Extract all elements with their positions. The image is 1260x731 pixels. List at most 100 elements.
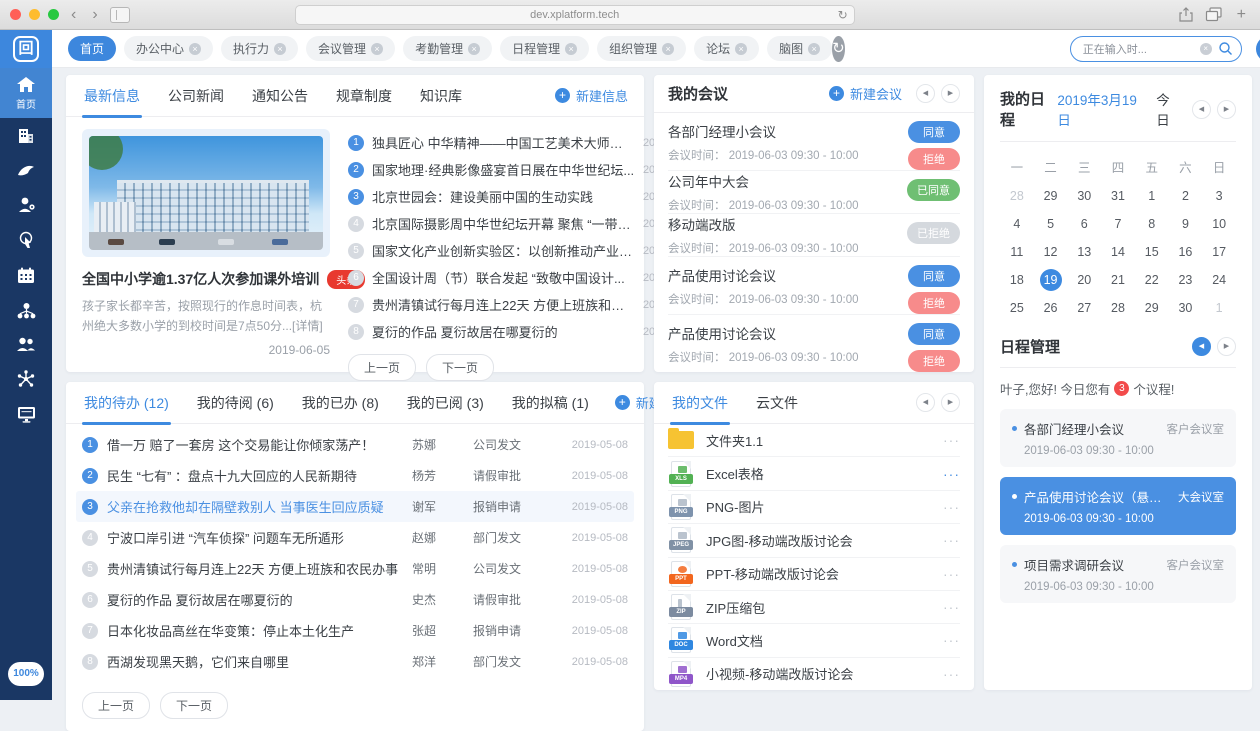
calendar-day[interactable]: 7 — [1107, 213, 1129, 235]
next-arrow-icon[interactable]: ▶ — [941, 393, 960, 412]
more-actions-icon[interactable]: ··· — [943, 632, 960, 648]
reload-icon[interactable]: ↻ — [838, 8, 848, 22]
workspace-tab[interactable]: 组织管理 × — [597, 36, 686, 61]
agree-button[interactable]: 同意 — [908, 323, 960, 345]
calendar-day[interactable]: 13 — [1073, 241, 1095, 263]
todo-tab[interactable]: 我的已阅 (3) — [405, 382, 486, 424]
todo-row[interactable]: 1 借一万 赔了一套房 这个交易能让你倾家荡产！ 苏娜 公司发文 2019-05… — [76, 429, 634, 460]
todo-tab[interactable]: 我的待办 (12) — [82, 382, 171, 424]
messages-button[interactable]: 20 — [1256, 36, 1260, 62]
calendar-day[interactable]: 14 — [1107, 241, 1129, 263]
calendar-day[interactable]: 1 — [1141, 185, 1163, 207]
calendar-day[interactable]: 16 — [1174, 241, 1196, 263]
meeting-item[interactable]: 各部门经理小会议 会议时间： 2019-06-03 09:30 - 10:00 … — [668, 113, 960, 171]
files-tab[interactable]: 我的文件 — [670, 382, 730, 424]
news-list-item[interactable]: 4 北京国际摄影周中华世纪坛开幕 聚焦 “一带一路” 2019-06-04 — [348, 210, 699, 237]
workspace-tab[interactable]: 日程管理 × — [500, 36, 589, 61]
next-month-icon[interactable]: ▶ — [1217, 100, 1236, 119]
tab-close-icon[interactable]: × — [808, 43, 820, 55]
address-bar[interactable]: dev.xplatform.tech ↻ — [295, 5, 855, 25]
calendar-day[interactable]: 18 — [1006, 269, 1028, 291]
close-window-button[interactable] — [10, 9, 21, 20]
sidebar-item-execution[interactable] — [0, 154, 52, 187]
reject-button[interactable]: 拒绝 — [908, 148, 960, 170]
create-meeting-button[interactable]: + 新建会议 — [829, 84, 902, 103]
app-logo[interactable]: 回 — [0, 30, 52, 68]
sidebar-item-contacts[interactable] — [0, 328, 52, 361]
calendar-day[interactable]: 4 — [1006, 213, 1028, 235]
todo-tab[interactable]: 我的已办 (8) — [300, 382, 381, 424]
calendar-day[interactable]: 19 — [1040, 269, 1062, 291]
calendar-day[interactable]: 15 — [1141, 241, 1163, 263]
todo-row[interactable]: 5 贵州清镇试行每月连上22天 方便上班族和农民办事 常明 公司发文 2019-… — [76, 553, 634, 584]
prev-arrow-icon[interactable]: ◀ — [1192, 337, 1211, 356]
browser-forward-icon[interactable]: › — [88, 7, 101, 23]
today-button[interactable]: 今日 — [1156, 89, 1182, 129]
calendar-date[interactable]: 2019年3月19日 — [1057, 89, 1146, 129]
more-actions-icon[interactable]: ··· — [943, 499, 960, 515]
sidebar-item-org[interactable] — [0, 293, 52, 328]
prev-page-button[interactable]: 上一页 — [82, 692, 150, 719]
todo-tab[interactable]: 我的拟稿 (1) — [510, 382, 591, 424]
calendar-day[interactable]: 17 — [1208, 241, 1230, 263]
calendar-day[interactable]: 21 — [1107, 269, 1129, 291]
calendar-day[interactable]: 3 — [1208, 185, 1230, 207]
news-list-item[interactable]: 3 北京世园会：建设美丽中国的生动实践 2019-06-04 — [348, 183, 699, 210]
calendar-day[interactable]: 6 — [1073, 213, 1095, 235]
meeting-item[interactable]: 产品使用讨论会议 会议时间： 2019-06-03 09:30 - 10:00 … — [668, 257, 960, 315]
sync-icon[interactable]: ↻ — [832, 36, 845, 62]
calendar-day[interactable]: 23 — [1174, 269, 1196, 291]
news-tab[interactable]: 公司新闻 — [166, 75, 226, 117]
todo-row[interactable]: 4 宁波口岸引进 “汽车侦探” 问题车无所遁形 赵娜 部门发文 2019-05-… — [76, 522, 634, 553]
file-row[interactable]: XLS Excel表格 ··· — [668, 457, 960, 490]
calendar-day[interactable]: 11 — [1006, 241, 1028, 263]
sidebar-item-collaboration[interactable] — [0, 361, 52, 397]
workspace-tab[interactable]: 首页 — [68, 36, 116, 61]
news-tab[interactable]: 通知公告 — [250, 75, 310, 117]
zoom-window-button[interactable] — [48, 9, 59, 20]
workspace-tab[interactable]: 执行力 × — [221, 36, 298, 61]
prev-page-button[interactable]: 上一页 — [348, 354, 416, 381]
minimize-window-button[interactable] — [29, 9, 40, 20]
prev-arrow-icon[interactable]: ◀ — [916, 84, 935, 103]
featured-news[interactable]: 全国中小学逾1.37亿人次参加课外培训 头条 孩子家长都辛苦，按照现行的作息时间… — [82, 129, 330, 381]
sidebar-toggle-icon[interactable] — [110, 7, 130, 23]
browser-back-icon[interactable]: ‹ — [67, 7, 80, 23]
next-arrow-icon[interactable]: ▶ — [1217, 337, 1236, 356]
zoom-level-badge[interactable]: 100% — [8, 662, 44, 686]
todo-tab[interactable]: 我的待阅 (6) — [195, 382, 276, 424]
meeting-item[interactable]: 产品使用讨论会议 会议时间： 2019-06-03 09:30 - 10:00 … — [668, 315, 960, 372]
more-actions-icon[interactable]: ··· — [943, 466, 960, 482]
news-list-item[interactable]: 7 贵州清镇试行每月连上22天 方便上班族和农民办事 2019-05-08 — [348, 291, 699, 318]
calendar-day[interactable]: 9 — [1174, 213, 1196, 235]
more-actions-icon[interactable]: ··· — [943, 432, 960, 448]
file-row[interactable]: MP4 小视频-移动端改版讨论会 ··· — [668, 658, 960, 690]
calendar-day[interactable]: 29 — [1040, 185, 1062, 207]
tab-close-icon[interactable]: × — [565, 43, 577, 55]
workspace-tab[interactable]: 论坛 × — [694, 36, 759, 61]
todo-row[interactable]: 8 西湖发现黑天鹅，它们来自哪里 郑洋 部门发文 2019-05-08 — [76, 646, 634, 677]
prev-month-icon[interactable]: ◀ — [1192, 100, 1211, 119]
files-tab[interactable]: 云文件 — [754, 382, 800, 424]
schedule-item[interactable]: 项目需求调研会议 客户会议室 2019-06-03 09:30 - 10:00 — [1000, 545, 1236, 603]
sidebar-item-meeting[interactable] — [0, 222, 52, 258]
calendar-day[interactable]: 22 — [1141, 269, 1163, 291]
calendar-day[interactable]: 28 — [1006, 185, 1028, 207]
clear-search-icon[interactable]: × — [1200, 43, 1212, 55]
file-row[interactable]: JPEG JPG图-移动端改版讨论会 ··· — [668, 524, 960, 557]
share-icon[interactable] — [1177, 7, 1195, 22]
next-page-button[interactable]: 下一页 — [160, 692, 228, 719]
news-tab[interactable]: 知识库 — [418, 75, 464, 117]
more-actions-icon[interactable]: ··· — [943, 532, 960, 548]
prev-arrow-icon[interactable]: ◀ — [916, 393, 935, 412]
calendar-day[interactable]: 1 — [1208, 297, 1230, 319]
sidebar-item-portal[interactable] — [0, 397, 52, 432]
create-news-button[interactable]: + 新建信息 — [555, 86, 628, 105]
calendar-day[interactable]: 8 — [1141, 213, 1163, 235]
reject-button[interactable]: 拒绝 — [908, 292, 960, 314]
calendar-day[interactable]: 26 — [1040, 297, 1062, 319]
schedule-item[interactable]: 各部门经理小会议 客户会议室 2019-06-03 09:30 - 10:00 — [1000, 409, 1236, 467]
tab-close-icon[interactable]: × — [371, 43, 383, 55]
meeting-item[interactable]: 移动端改版 会议时间： 2019-06-03 09:30 - 10:00 已拒绝 — [668, 214, 960, 257]
workspace-tab[interactable]: 脑图 × — [767, 36, 832, 61]
